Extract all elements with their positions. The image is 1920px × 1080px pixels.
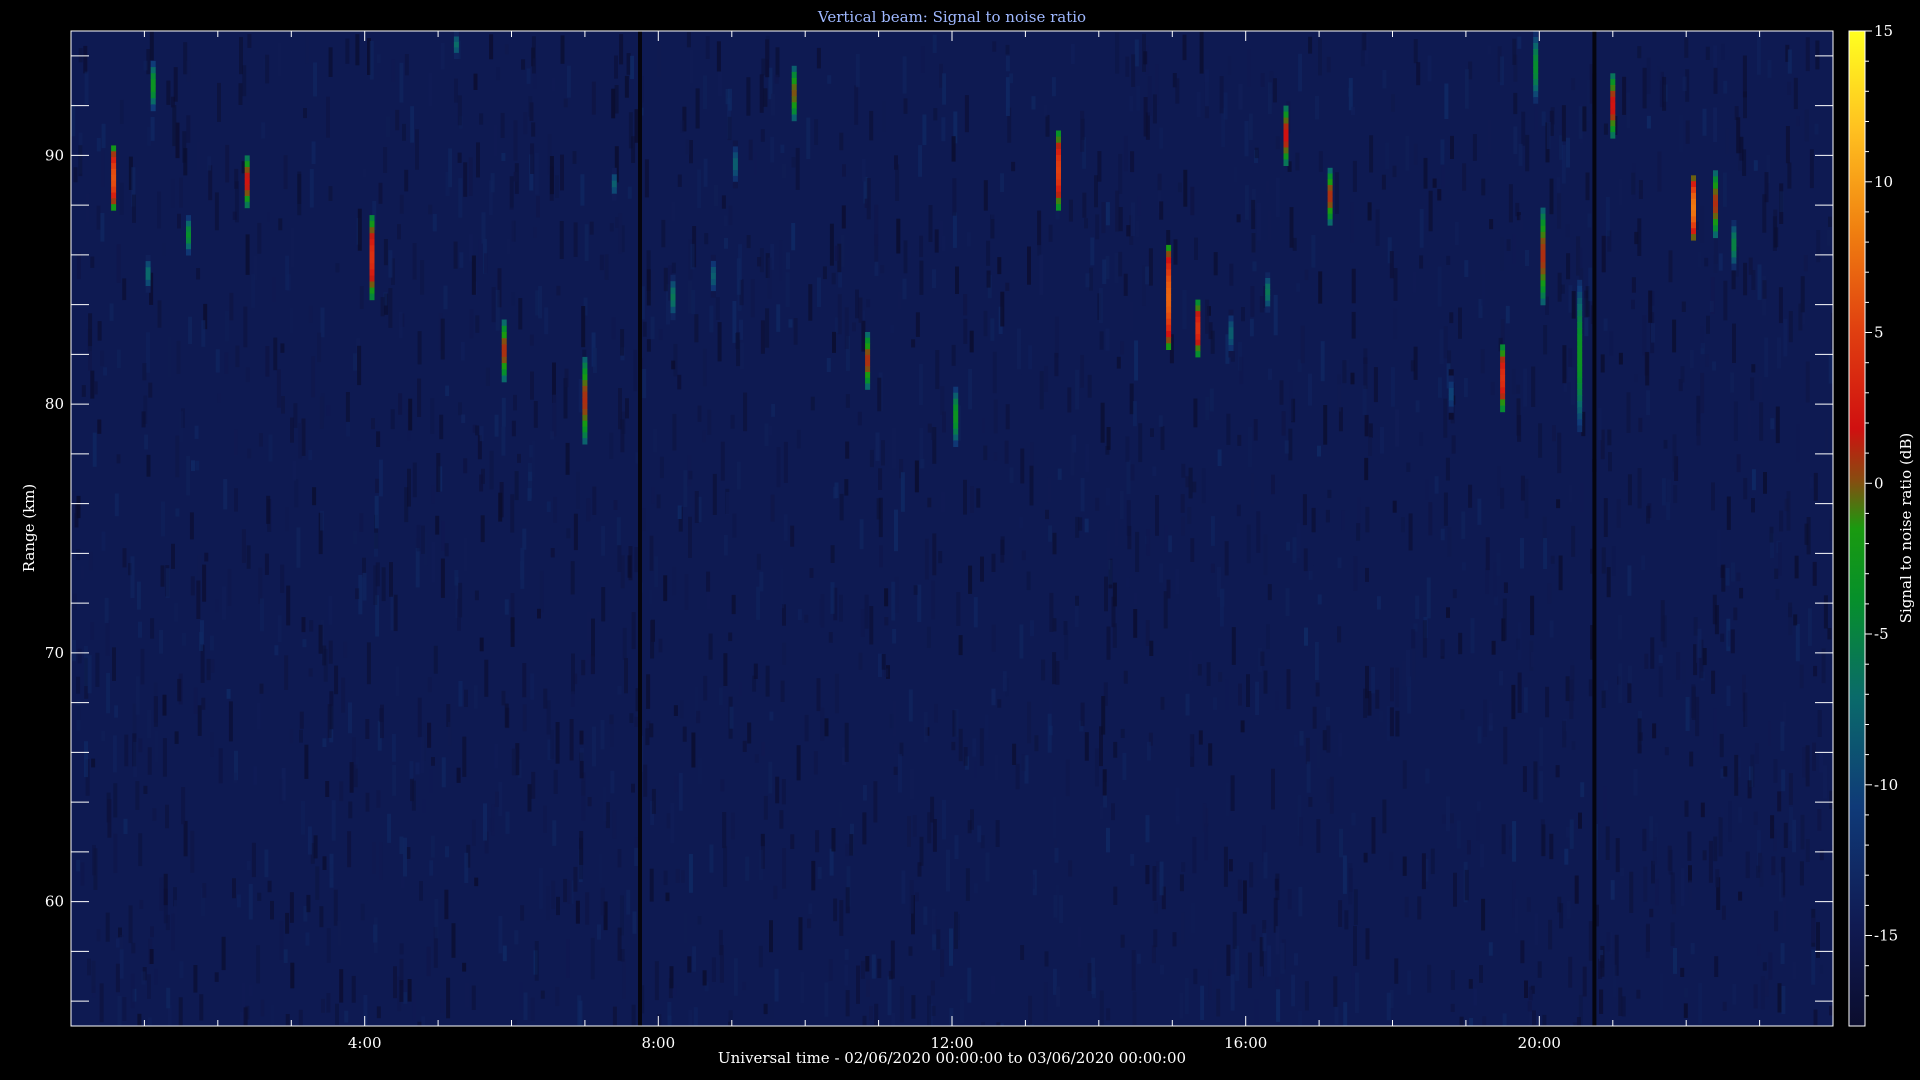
echo-mark xyxy=(611,167,617,201)
echo-mark xyxy=(1731,220,1737,271)
y-tick-label: 80 xyxy=(45,395,64,413)
echo-mark xyxy=(1577,279,1583,433)
echo-mark xyxy=(1265,272,1271,313)
echo-mark xyxy=(1500,344,1506,413)
colorbar-tick-label: 0 xyxy=(1874,474,1884,492)
echo-mark xyxy=(501,319,507,383)
echo-mark xyxy=(710,254,716,298)
echo-mark xyxy=(953,386,959,447)
y-tick-label: 60 xyxy=(45,893,64,911)
echo-mark xyxy=(369,215,375,301)
echo-mark xyxy=(453,31,459,59)
echo-mark xyxy=(732,140,738,189)
echo-mark xyxy=(582,356,588,445)
echo-mark xyxy=(791,65,797,122)
echo-mark xyxy=(1327,167,1333,226)
colorbar-axis: 15 10 5 0 -5 -10 -15 xyxy=(1865,22,1898,997)
y-tick-label: 90 xyxy=(45,146,64,164)
x-axis-label: Universal time - 02/06/2020 00:00:00 to … xyxy=(718,1049,1186,1067)
snr-figure: Vertical beam: Signal to noise ratio 4:0… xyxy=(20,8,1915,1067)
colorbar-tick-label: -15 xyxy=(1874,927,1898,945)
echo-mark xyxy=(670,274,676,321)
colorbar-tick-label: 5 xyxy=(1874,324,1884,342)
colorbar-tick-label: -10 xyxy=(1874,776,1898,794)
echo-mark xyxy=(1533,31,1539,104)
y-axis-label: Range (km) xyxy=(20,484,38,573)
echo-mark xyxy=(1448,369,1454,420)
echo-mark xyxy=(111,145,117,211)
x-tick-label: 20:00 xyxy=(1518,1034,1561,1052)
data-gap xyxy=(1592,31,1597,1026)
colorbar-tick-label: 15 xyxy=(1874,22,1893,40)
colorbar-tick-label: -5 xyxy=(1874,625,1889,643)
echo-mark xyxy=(865,332,871,390)
y-tick-label: 70 xyxy=(45,644,64,662)
echo-mark xyxy=(1713,170,1718,239)
colorbar-tick-label: 10 xyxy=(1874,173,1893,191)
data-gap xyxy=(638,31,642,1026)
colorbar-label: Signal to noise ratio (dB) xyxy=(1897,433,1915,624)
x-tick-label: 8:00 xyxy=(641,1034,675,1052)
echo-mark xyxy=(1540,207,1546,306)
echo-mark xyxy=(150,60,156,112)
colorbar xyxy=(1848,30,1866,1027)
echo-mark xyxy=(145,254,151,293)
echo-mark xyxy=(244,155,250,209)
echo-mark xyxy=(1691,175,1696,241)
echo-mark xyxy=(1228,309,1234,358)
echo-mark xyxy=(1056,130,1061,211)
echo-mark xyxy=(1195,299,1201,358)
echo-mark xyxy=(1283,105,1289,166)
echo-mark xyxy=(186,215,191,256)
echo-mark xyxy=(1610,73,1616,139)
x-tick-label: 4:00 xyxy=(348,1034,382,1052)
x-tick-label: 16:00 xyxy=(1224,1034,1267,1052)
chart-title: Vertical beam: Signal to noise ratio xyxy=(817,8,1086,26)
plot-area xyxy=(71,31,1833,1026)
echo-mark xyxy=(1166,244,1172,350)
